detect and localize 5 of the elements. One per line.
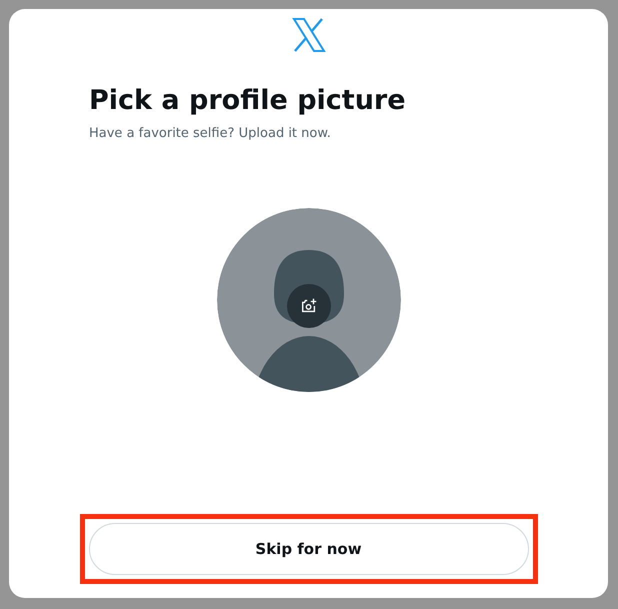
dialog-subtitle: Have a favorite selfie? Upload it now.: [89, 126, 331, 141]
logo-icon: [292, 18, 326, 52]
dialog-title: Pick a profile picture: [89, 84, 406, 118]
camera-plus-icon: [300, 297, 318, 315]
skip-button[interactable]: Skip for now: [88, 523, 528, 575]
